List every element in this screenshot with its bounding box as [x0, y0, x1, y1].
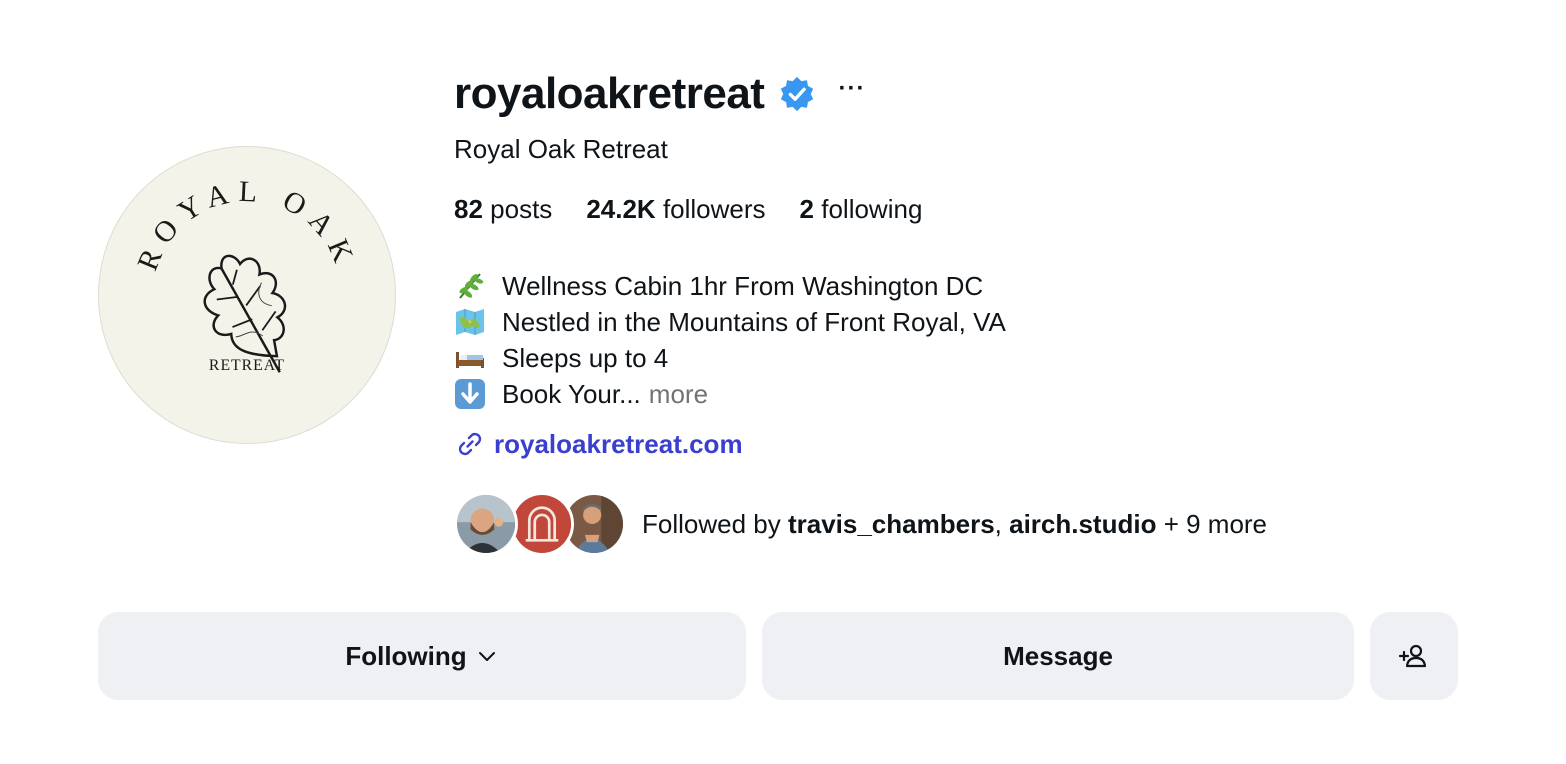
followed-by-separator: ,: [994, 508, 1010, 539]
logo-bottom-text: RETREAT: [209, 357, 285, 374]
username: royaloakretreat: [454, 69, 765, 118]
link-icon: [458, 432, 482, 456]
mutual-user-link[interactable]: travis_chambers: [788, 509, 995, 539]
mutual-avatars: [454, 492, 630, 556]
followed-by-prefix: Followed by: [642, 508, 788, 539]
posts-stat[interactable]: 82 posts: [454, 194, 552, 225]
add-user-button[interactable]: [1370, 612, 1458, 700]
map-icon: [454, 306, 486, 338]
display-name: Royal Oak Retreat: [454, 134, 668, 164]
message-button-label: Message: [1003, 640, 1113, 671]
profile-header: ROYAL OAK RETREAT royaloakretreat ··· Ro…: [0, 0, 1566, 764]
herb-icon: [454, 270, 486, 302]
add-person-icon: [1398, 644, 1427, 668]
mutual-avatar-2: [510, 492, 574, 556]
following-label: following: [821, 194, 923, 224]
bio-more-link[interactable]: more: [649, 379, 708, 410]
followed-by-suffix: + 9 more: [1156, 508, 1268, 539]
bio-line: Nestled in the Mountains of Front Royal,…: [454, 304, 1006, 340]
bio-text: Book Your...: [502, 378, 641, 409]
down-arrow-icon: [454, 378, 486, 410]
bio-text: Sleeps up to 4: [502, 342, 669, 373]
profile-stats: 82 posts 24.2K followers 2 following: [454, 194, 956, 225]
posts-count: 82: [454, 194, 483, 224]
message-button[interactable]: Message: [762, 612, 1354, 700]
mutual-avatar-1: [454, 492, 518, 556]
following-count: 2: [799, 194, 814, 224]
website-link[interactable]: royaloakretreat.com: [454, 428, 743, 460]
following-button[interactable]: Following: [98, 612, 746, 700]
bio-line: Book Your... more: [454, 376, 1006, 412]
bio-line: Wellness Cabin 1hr From Washington DC: [454, 268, 1006, 304]
website-link-text: royaloakretreat.com: [494, 428, 743, 459]
posts-label: posts: [490, 194, 553, 224]
profile-avatar[interactable]: ROYAL OAK RETREAT: [98, 146, 396, 444]
followed-by[interactable]: Followed by travis_chambers, airch.studi…: [454, 492, 1267, 556]
following-button-label: Following: [345, 640, 467, 671]
mutual-user-link[interactable]: airch.studio: [1009, 509, 1156, 539]
bed-icon: [454, 342, 486, 374]
followers-label: followers: [662, 194, 766, 224]
bio: Wellness Cabin 1hr From Washington DC Ne…: [454, 268, 1006, 412]
verified-badge-icon: [778, 75, 816, 113]
followed-by-text: Followed by travis_chambers, airch.studi…: [642, 509, 1267, 540]
followers-stat[interactable]: 24.2K followers: [586, 194, 765, 225]
bio-text: Nestled in the Mountains of Front Royal,…: [502, 306, 1006, 337]
username-row: royaloakretreat ···: [454, 66, 865, 122]
royal-oak-logo: ROYAL OAK RETREAT: [132, 176, 354, 374]
more-options-icon[interactable]: ···: [838, 77, 865, 111]
chevron-down-icon: [478, 652, 495, 661]
bio-text: Wellness Cabin 1hr From Washington DC: [502, 270, 984, 301]
bio-line: Sleeps up to 4: [454, 340, 1006, 376]
following-stat[interactable]: 2 following: [800, 194, 923, 225]
followers-count: 24.2K: [586, 194, 656, 224]
